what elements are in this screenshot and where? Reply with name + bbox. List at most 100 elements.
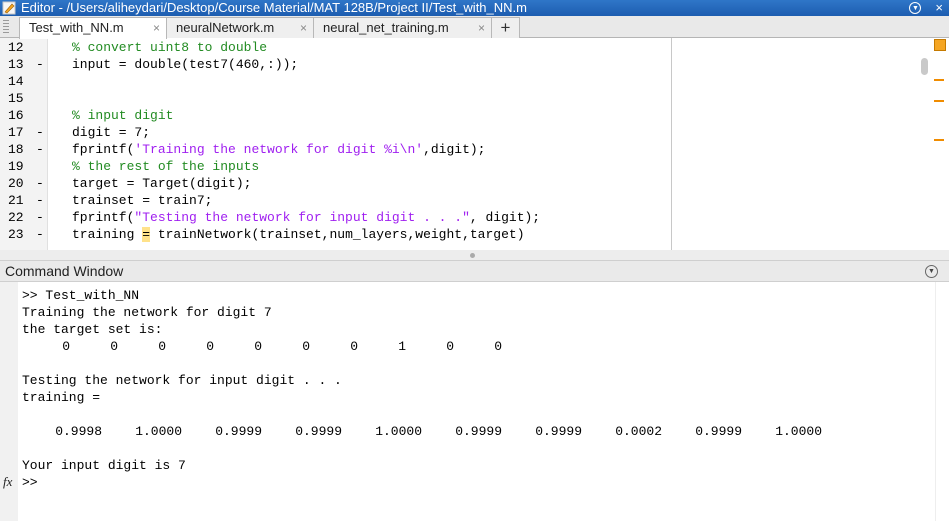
target-value: 0 — [62, 339, 70, 354]
code-line[interactable]: 22- fprintf("Testing the network for inpu… — [0, 209, 672, 226]
line-number: 12 — [8, 40, 24, 55]
code-editor[interactable]: 12% convert uint8 to double 13- input = do… — [0, 38, 949, 254]
warning-marker[interactable] — [934, 100, 944, 102]
output-line: training = — [22, 390, 101, 405]
code-token: fprintf( — [72, 142, 135, 157]
close-icon[interactable]: × — [935, 0, 943, 16]
code-text[interactable]: trainset = train7; — [72, 192, 212, 209]
close-icon[interactable]: × — [300, 18, 307, 38]
code-line[interactable]: 21- trainset = train7; — [0, 192, 672, 209]
code-token: trainset = train7; — [72, 193, 213, 208]
chevron-circle-icon[interactable]: ▼ — [909, 2, 922, 14]
close-icon[interactable]: × — [478, 18, 485, 38]
grip-icon[interactable] — [3, 20, 9, 34]
code-analyzer-bar — [931, 38, 949, 250]
target-value: 0 — [254, 339, 262, 354]
breakpoint-marker[interactable]: - — [36, 175, 44, 192]
scrollbar-thumb[interactable] — [921, 58, 928, 75]
target-value: 0 — [350, 339, 358, 354]
close-icon[interactable]: × — [153, 18, 160, 38]
code-text[interactable]: % the rest of the inputs — [72, 158, 259, 175]
breakpoint-marker[interactable]: - — [36, 192, 44, 209]
editor-app-icon — [2, 1, 16, 15]
target-value: 0 — [494, 339, 502, 354]
fx-icon[interactable]: fx — [3, 474, 12, 490]
training-value: 0.9998 — [55, 424, 102, 439]
code-line[interactable]: 13- input = double(test7(460,:)); — [0, 56, 672, 73]
code-text[interactable]: training = trainNetwork(trainset,num_lay… — [72, 226, 525, 243]
breakpoint-marker[interactable]: - — [36, 226, 44, 243]
tab-neural-network[interactable]: neuralNetwork.m × — [166, 17, 314, 38]
line-number: 18 — [8, 142, 24, 157]
code-text[interactable]: % input digit — [72, 107, 173, 124]
target-value: 1 — [398, 339, 406, 354]
window-title: Editor - /Users/aliheydari/Desktop/Cours… — [21, 0, 527, 15]
command-prompt[interactable]: >> — [22, 474, 38, 491]
editor-tab-bar: Test_with_NN.m × neuralNetwork.m × neura… — [0, 16, 949, 39]
code-text[interactable]: fprintf('Training the network for digit … — [72, 141, 486, 158]
highlighted-token: = — [142, 227, 151, 242]
code-text[interactable]: % convert uint8 to double — [72, 39, 267, 56]
code-line[interactable]: 14 — [0, 73, 672, 90]
training-value: 0.9999 — [295, 424, 342, 439]
code-text[interactable]: digit = 7; — [72, 124, 150, 141]
target-value: 0 — [158, 339, 166, 354]
tab-label: neuralNetwork.m — [176, 20, 275, 35]
target-value: 0 — [110, 339, 118, 354]
editor-scrollbar[interactable] — [918, 38, 931, 250]
breakpoint-marker[interactable]: - — [36, 141, 44, 158]
line-number: 23 — [8, 227, 24, 242]
line-number: 21 — [8, 193, 24, 208]
code-comment: % the rest of the inputs — [72, 159, 260, 174]
code-line[interactable]: 16 % input digit — [0, 107, 672, 124]
command-echo: >> Test_with_NN — [22, 288, 140, 303]
code-line[interactable]: 18- fprintf('Training the network for dig… — [0, 141, 672, 158]
chevron-circle-icon[interactable]: ▼ — [925, 265, 938, 278]
add-tab-button[interactable]: + — [491, 17, 520, 38]
code-line[interactable]: 23- training = trainNetwork(trainset,num_… — [0, 226, 672, 243]
code-token: , digit); — [469, 210, 541, 225]
output-line: the target set is: — [22, 322, 163, 337]
code-token: target = Target(digit); — [72, 176, 252, 191]
warning-status-icon[interactable] — [934, 39, 946, 51]
tab-neural-net-training[interactable]: neural_net_training.m × — [313, 17, 492, 38]
command-window-title: Command Window — [5, 263, 124, 279]
code-line[interactable]: 12 % convert uint8 to double — [0, 39, 672, 56]
breakpoint-marker[interactable]: - — [36, 209, 44, 226]
breakpoint-marker[interactable]: - — [36, 56, 44, 73]
code-line[interactable]: 15 — [0, 90, 672, 107]
target-value: 0 — [302, 339, 310, 354]
tab-test-with-nn[interactable]: Test_with_NN.m × — [19, 17, 167, 39]
training-value: 0.9999 — [695, 424, 742, 439]
line-number: 19 — [8, 159, 24, 174]
target-value: 0 — [446, 339, 454, 354]
code-text[interactable]: fprintf("Testing the network for input d… — [72, 209, 540, 226]
command-window[interactable]: >> Test_with_NN Training the network for… — [0, 282, 949, 521]
panel-splitter[interactable] — [0, 250, 949, 260]
code-string: "Testing the network for input digit . .… — [134, 210, 470, 225]
splitter-handle-icon[interactable] — [470, 253, 475, 258]
training-value: 0.9999 — [535, 424, 582, 439]
code-line[interactable]: 19 % the rest of the inputs — [0, 158, 672, 175]
warning-marker[interactable] — [934, 79, 944, 81]
code-area[interactable]: 12% convert uint8 to double 13- input = do… — [0, 38, 672, 250]
command-window-scrollbar[interactable] — [935, 282, 949, 521]
code-text[interactable]: input = double(test7(460,:)); — [72, 56, 298, 73]
training-value: 1.0000 — [775, 424, 822, 439]
line-number: 14 — [8, 74, 24, 89]
code-text[interactable]: target = Target(digit); — [72, 175, 251, 192]
training-value: 0.9999 — [455, 424, 502, 439]
code-line[interactable]: 20- target = Target(digit); — [0, 175, 672, 192]
warning-marker[interactable] — [934, 139, 944, 141]
right-margin-line — [671, 38, 672, 250]
code-token: ,digit); — [423, 142, 486, 157]
training-value: 1.0000 — [135, 424, 182, 439]
output-line: Your input digit is 7 — [22, 458, 186, 473]
code-token: trainNetwork(trainset,num_layers,weight,… — [150, 227, 525, 242]
line-number: 16 — [8, 108, 24, 123]
code-line[interactable]: 17- digit = 7; — [0, 124, 672, 141]
editor-title-bar: Editor - /Users/aliheydari/Desktop/Cours… — [0, 0, 949, 16]
breakpoint-marker[interactable]: - — [36, 124, 44, 141]
code-comment: % convert uint8 to double — [72, 40, 268, 55]
training-value: 1.0000 — [375, 424, 422, 439]
